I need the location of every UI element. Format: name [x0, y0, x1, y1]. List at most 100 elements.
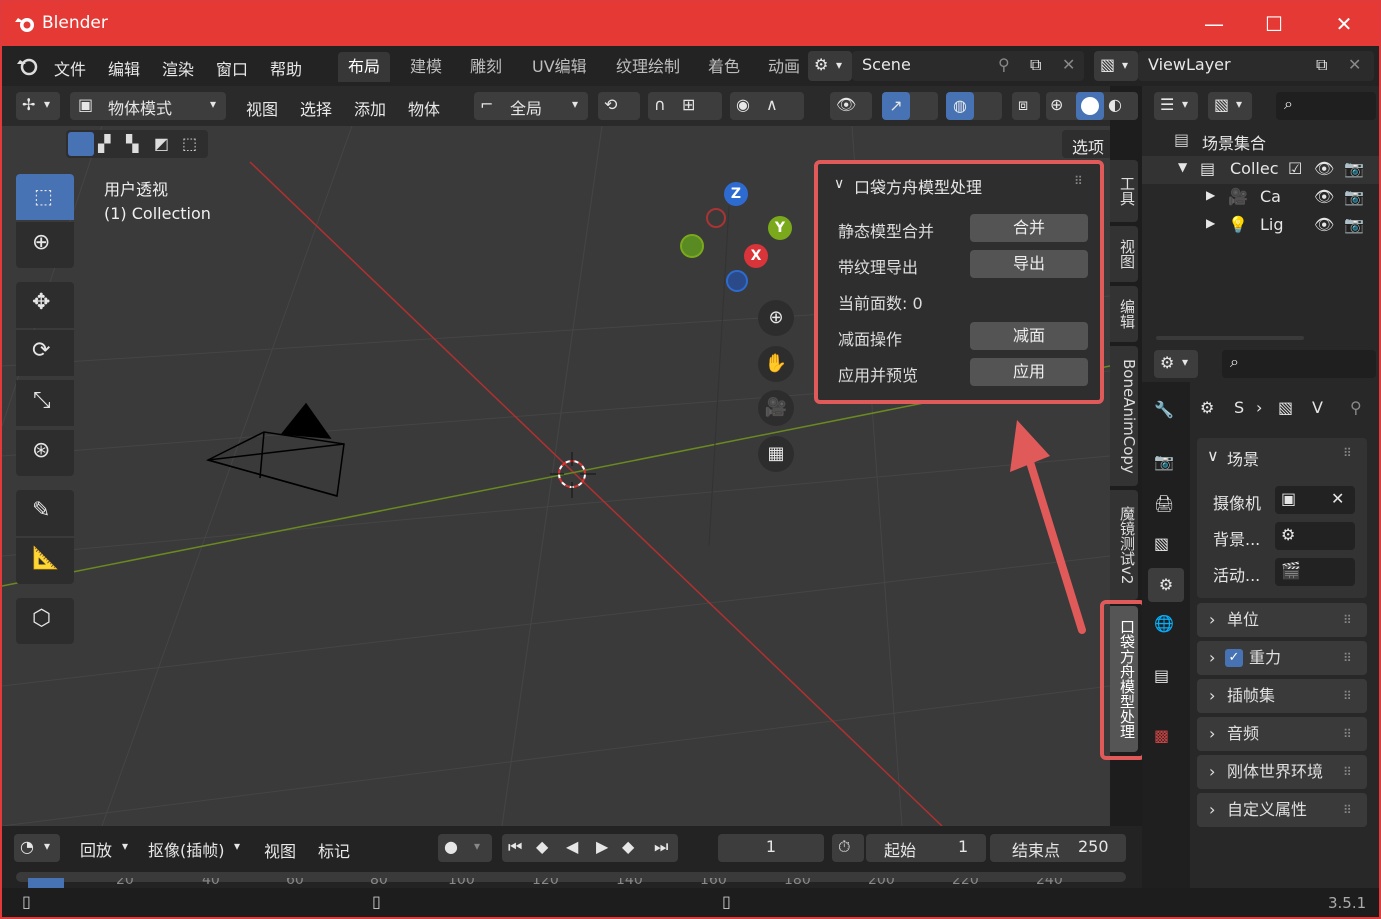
render-camera-icon[interactable]: 📷 [1344, 159, 1364, 178]
clear-icon[interactable]: ✕ [1331, 489, 1344, 508]
select-subtract-icon[interactable]: ▚ [126, 134, 138, 153]
tab-texture-paint[interactable]: 纹理绘制 [606, 52, 690, 82]
gizmo-z-axis[interactable]: Z [724, 182, 748, 206]
playhead-indicator[interactable] [28, 878, 64, 888]
maximize-button[interactable]: ☐ [1252, 8, 1296, 40]
viewlayer-name-field[interactable]: ViewLayer ⧉ ✕ [1138, 51, 1374, 81]
tool-tab-icon[interactable]: 🔧 [1154, 400, 1174, 419]
start-frame-field[interactable]: 起始 1 [866, 834, 986, 862]
menu-edit[interactable]: 编辑 [108, 56, 140, 80]
texture-tab-icon[interactable]: ▩ [1154, 726, 1169, 745]
select-box-tool[interactable]: ⬚ [16, 174, 74, 220]
outliner-row-camera[interactable]: ▶ 🎥 Ca 👁 📷 [1142, 184, 1379, 212]
menu-view[interactable]: 视图 [246, 96, 278, 120]
jump-end-icon[interactable]: ⏭ [654, 837, 668, 857]
audio-panel[interactable]: › 音频 ⠿ [1197, 717, 1367, 751]
snap-toggle[interactable]: ∩ ⊞ [648, 92, 722, 120]
outliner-search-input[interactable]: ⌕ [1276, 92, 1376, 120]
playback-menu[interactable]: 回放 ▾ [70, 834, 136, 862]
timeline-editor-type-button[interactable]: ◔ ▾ [14, 834, 60, 862]
play-reverse-icon[interactable]: ◀ [566, 837, 578, 856]
new-viewlayer-icon[interactable]: ⧉ [1316, 51, 1327, 79]
tab-view[interactable]: 视图 [1110, 226, 1138, 282]
gizmo-x-axis[interactable]: X [744, 244, 768, 268]
scene-tab-icon[interactable]: ⚙ [1148, 568, 1184, 602]
world-tab-icon[interactable]: 🌐 [1154, 614, 1174, 633]
outliner-row-light[interactable]: ▶ 💡 Lig 👁 📷 [1142, 212, 1379, 240]
ortho-grid-icon[interactable]: ▦ [758, 436, 794, 472]
gravity-checkbox[interactable]: ✓ [1225, 649, 1243, 667]
tab-boneanimcopy[interactable]: BoneAnimCopy [1110, 346, 1138, 486]
move-tool[interactable]: ✥ [16, 282, 74, 328]
end-frame-field[interactable]: 结束点 250 [990, 834, 1126, 862]
drag-handle-icon[interactable]: ⠿ [1074, 174, 1083, 188]
outliner-row-collection[interactable]: ▼ ▤ Collec ☑ 👁 📷 [1142, 156, 1379, 184]
proportional-edit-toggle[interactable]: ◉ ∧ [730, 92, 804, 120]
drag-handle-icon[interactable]: ⠿ [1343, 793, 1352, 827]
preview-range-toggle[interactable]: ⏱ [832, 834, 864, 862]
jump-start-icon[interactable]: ⏮ [508, 837, 522, 857]
select-invert-icon[interactable]: ◩ [154, 134, 169, 153]
rotate-tool[interactable]: ⟳ [16, 330, 74, 376]
expand-arrow-icon[interactable]: ▶ [1206, 216, 1215, 230]
wireframe-shading-icon[interactable]: ⊕ [1050, 95, 1063, 114]
editor-type-button[interactable]: ✢ ▾ [16, 92, 60, 120]
exclude-checkbox-icon[interactable]: ☑ [1288, 159, 1302, 178]
drag-handle-icon[interactable]: ⠿ [1343, 603, 1352, 637]
options-dropdown[interactable]: 选项▾ [1062, 130, 1110, 158]
remove-viewlayer-icon[interactable]: ✕ [1348, 51, 1361, 79]
orientation-dropdown[interactable]: ⌐ 全局 ▾ [474, 92, 588, 120]
gizmo-y-axis[interactable]: Y [768, 216, 792, 240]
scale-tool[interactable]: ⤡ [16, 380, 74, 426]
drag-handle-icon[interactable]: ⠿ [1343, 446, 1352, 460]
viewlayer-selector-button[interactable]: ▧ ▾ [1094, 51, 1138, 81]
tab-animation[interactable]: 动画 [760, 52, 800, 82]
tab-uv-editing[interactable]: UV编辑 [522, 52, 597, 82]
zoom-icon[interactable]: ⊕ [758, 300, 794, 336]
mode-dropdown[interactable]: ▣ 物体模式 ▾ [70, 92, 226, 120]
pivot-point-button[interactable]: ⟲ [598, 92, 640, 120]
measure-tool[interactable]: 📐 [16, 538, 74, 584]
expand-arrow-icon[interactable]: ▼ [1178, 160, 1187, 174]
material-shading-icon[interactable]: ◐ [1108, 95, 1122, 114]
eye-icon[interactable]: 👁 [1314, 159, 1334, 178]
tab-shading[interactable]: 着色 [698, 52, 750, 82]
play-icon[interactable]: ▶ [596, 837, 608, 856]
properties-search-input[interactable]: ⌕ [1222, 350, 1376, 378]
annotate-tool[interactable]: ✎ [16, 490, 74, 536]
camera-field[interactable]: ▣ ✕ [1275, 486, 1355, 514]
outliner-editor-type-button[interactable]: ☰ ▾ [1154, 92, 1198, 120]
decimate-button[interactable]: 减面 [970, 322, 1088, 350]
menu-file[interactable]: 文件 [54, 56, 86, 80]
menu-select[interactable]: 选择 [300, 96, 332, 120]
auto-keying-toggle[interactable]: ● ▾ [438, 834, 492, 862]
export-button[interactable]: 导出 [970, 250, 1088, 278]
remove-scene-icon[interactable]: ✕ [1062, 51, 1075, 79]
scene-selector-button[interactable]: ⚙ ▾ [808, 51, 852, 81]
drag-handle-icon[interactable]: ⠿ [1343, 641, 1352, 675]
tab-layout[interactable]: 布局 [338, 52, 391, 82]
pin-icon[interactable]: ⚲ [1350, 398, 1362, 417]
eye-icon[interactable]: 👁 [1314, 215, 1334, 234]
select-extend-icon[interactable]: ▞ [98, 134, 110, 153]
render-camera-icon[interactable]: 📷 [1344, 215, 1364, 234]
menu-object[interactable]: 物体 [408, 96, 440, 120]
menu-render[interactable]: 渲染 [162, 56, 194, 80]
gizmo-neg-z-axis[interactable] [726, 270, 748, 292]
add-cube-tool[interactable]: ⬡ [16, 598, 74, 644]
select-new-icon[interactable] [68, 132, 94, 156]
pan-hand-icon[interactable]: ✋ [758, 346, 794, 382]
camera-view-icon[interactable]: 🎥 [758, 390, 794, 426]
selection-mode-buttons[interactable]: ▞ ▚ ◩ ⬚ [66, 130, 208, 158]
output-tab-icon[interactable]: 🖨 [1154, 494, 1174, 513]
apply-button[interactable]: 应用 [970, 358, 1088, 386]
eye-icon[interactable]: 👁 [1314, 187, 1334, 206]
properties-editor-type-button[interactable]: ⚙ ▾ [1154, 350, 1198, 378]
menu-add[interactable]: 添加 [354, 96, 386, 120]
drag-handle-icon[interactable]: ⠿ [1343, 679, 1352, 713]
tab-tool[interactable]: 工具 [1110, 160, 1138, 222]
keying-menu[interactable]: 抠像(插帧) ▾ [140, 834, 250, 862]
visibility-button[interactable]: 👁 [830, 92, 872, 120]
pin-icon[interactable]: ⚲ [998, 51, 1010, 79]
render-camera-icon[interactable]: 📷 [1344, 187, 1364, 206]
